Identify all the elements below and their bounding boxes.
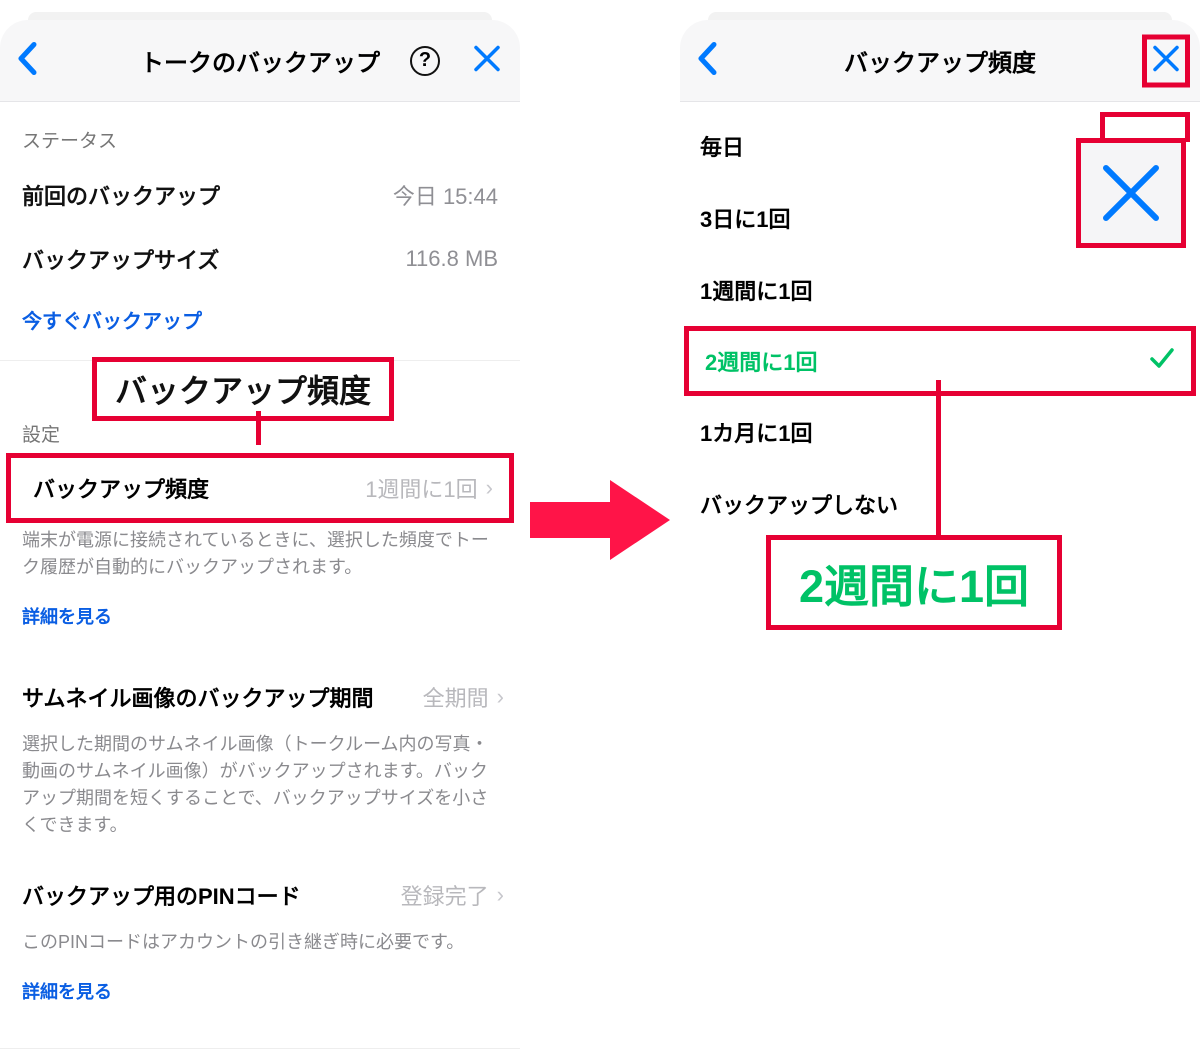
help-icon[interactable]: ? xyxy=(410,46,440,76)
chevron-right-icon: › xyxy=(478,475,501,501)
back-icon[interactable] xyxy=(696,41,718,80)
settings-section-label: 設定 xyxy=(0,398,82,453)
see-more-link-1[interactable]: 詳細を見る xyxy=(0,589,520,643)
check-icon xyxy=(1149,345,1175,377)
backup-frequency-row[interactable]: バックアップ頻度 1週間に1回 › xyxy=(6,453,514,523)
freq-option-1week[interactable]: 1週間に1回 xyxy=(680,254,1200,326)
arrow-icon xyxy=(530,480,670,560)
backup-size-row: バックアップサイズ 116.8 MB xyxy=(0,227,520,291)
chevron-right-icon: › xyxy=(489,882,512,908)
thumbnail-period-value: 全期間 xyxy=(423,681,489,713)
close-icon[interactable] xyxy=(472,43,502,78)
close-icon[interactable] xyxy=(1142,34,1190,87)
pin-code-hint: このPINコードはアカウントの引き継ぎ時に必要です。 xyxy=(0,925,520,964)
last-backup-row: 前回のバックアップ 今日 15:44 xyxy=(0,163,520,227)
back-icon[interactable] xyxy=(16,41,38,80)
backup-frequency-value: 1週間に1回 xyxy=(365,472,477,504)
nav-bar: トークのバックアップ ? xyxy=(0,20,520,102)
pin-code-row[interactable]: バックアップ用のPINコード 登録完了 › xyxy=(0,865,520,925)
thumbnail-period-hint: 選択した期間のサムネイル画像（トークルーム内の写真・動画のサムネイル画像）がバッ… xyxy=(0,727,520,847)
pin-code-label: バックアップ用のPINコード xyxy=(22,879,301,911)
backup-size-value: 116.8 MB xyxy=(405,246,498,272)
last-backup-value: 今日 15:44 xyxy=(393,179,498,211)
highlight-callout: バックアップ頻度 xyxy=(92,357,394,421)
backup-now-link[interactable]: 今すぐバックアップ xyxy=(0,291,520,348)
right-screen: バックアップ頻度 毎日 3日に1回 1週間に1回 2週間に1回 1カ月に1回 バ… xyxy=(680,0,1200,1059)
thumbnail-period-row[interactable]: サムネイル画像のバックアップ期間 全期間 › xyxy=(0,667,520,727)
selected-callout: 2週間に1回 xyxy=(766,535,1062,630)
backup-size-label: バックアップサイズ xyxy=(22,243,219,275)
thumbnail-period-label: サムネイル画像のバックアップ期間 xyxy=(22,681,374,713)
nav-bar: バックアップ頻度 xyxy=(680,20,1200,102)
left-screen: トークのバックアップ ? ステータス 前回のバックアップ 今日 15:44 バッ… xyxy=(0,0,520,1059)
page-title: バックアップ頻度 xyxy=(844,43,1036,78)
backup-frequency-hint: 端末が電源に接続されているときに、選択した頻度でトーク履歴が自動的にバックアップ… xyxy=(0,523,520,589)
see-more-link-2[interactable]: 詳細を見る xyxy=(0,964,520,1018)
backup-frequency-label: バックアップ頻度 xyxy=(33,472,209,504)
chevron-right-icon: › xyxy=(489,684,512,710)
content: ステータス 前回のバックアップ 今日 15:44 バックアップサイズ 116.8… xyxy=(0,82,520,1059)
last-backup-label: 前回のバックアップ xyxy=(22,179,220,211)
page-title: トークのバックアップ xyxy=(140,43,380,78)
pin-code-value: 登録完了 xyxy=(401,879,489,911)
status-section-label: ステータス xyxy=(0,104,520,163)
close-callout xyxy=(1076,138,1186,248)
